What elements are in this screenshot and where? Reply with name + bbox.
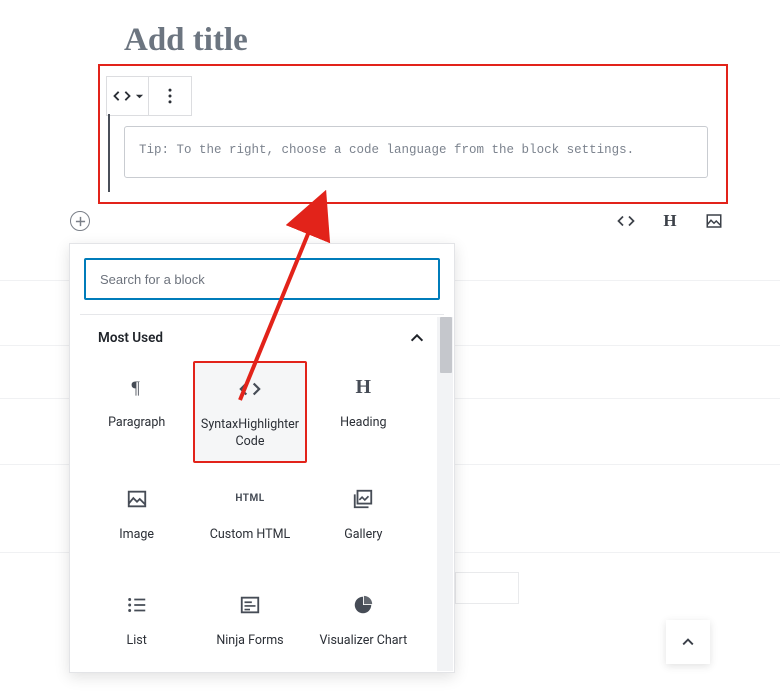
post-title-input[interactable]: Add title <box>124 22 248 59</box>
block-toolbar <box>106 76 192 116</box>
block-option-label: SyntaxHighlighter Code <box>199 417 300 451</box>
kebab-icon <box>160 86 180 106</box>
paragraph-icon: ¶ <box>125 375 149 399</box>
block-inserter-popover: Most Used ¶ Paragraph SyntaxHighlighter … <box>69 243 455 673</box>
code-block-tip: Tip: To the right, choose a code languag… <box>124 126 708 178</box>
block-option-label: Custom HTML <box>210 527 290 560</box>
image-icon <box>125 487 149 511</box>
block-option-label: Image <box>119 527 154 560</box>
code-icon <box>617 212 635 230</box>
code-icon <box>112 86 132 106</box>
gallery-icon <box>351 487 375 511</box>
block-option-paragraph[interactable]: ¶ Paragraph <box>80 361 193 463</box>
syntax-highlighter-block[interactable]: Tip: To the right, choose a code languag… <box>108 114 718 192</box>
block-quick-inserter: H <box>616 211 724 231</box>
heading-icon: H <box>351 375 375 399</box>
block-option-heading[interactable]: H Heading <box>307 361 420 463</box>
block-type-dropdown[interactable] <box>107 77 149 115</box>
block-option-label: Gallery <box>344 527 382 560</box>
block-option-gallery[interactable]: Gallery <box>307 473 420 570</box>
chevron-up-icon <box>680 634 696 650</box>
scrollbar-thumb[interactable] <box>440 317 452 373</box>
form-icon <box>238 593 262 617</box>
plus-icon <box>75 216 86 227</box>
block-option-label: Heading <box>340 415 386 448</box>
block-option-image[interactable]: Image <box>80 473 193 570</box>
block-option-label: Paragraph <box>108 415 165 448</box>
quick-insert-code[interactable] <box>616 211 636 231</box>
block-option-custom-html[interactable]: HTML Custom HTML <box>193 473 306 570</box>
html-icon: HTML <box>238 487 262 511</box>
block-option-visualizer-chart[interactable]: Visualizer Chart <box>307 579 420 676</box>
block-option-label: Visualizer Chart <box>319 633 407 666</box>
code-icon <box>238 377 262 401</box>
bg-box <box>455 572 519 604</box>
svg-text:¶: ¶ <box>131 377 140 397</box>
block-more-options[interactable] <box>149 77 191 115</box>
block-option-ninja-forms[interactable]: Ninja Forms <box>193 579 306 676</box>
inserter-section-title: Most Used <box>98 330 163 346</box>
block-option-syntaxhighlighter[interactable]: SyntaxHighlighter Code <box>193 361 306 463</box>
scroll-to-top-button[interactable] <box>666 620 710 664</box>
pie-chart-icon <box>351 593 375 617</box>
block-search-input[interactable] <box>84 258 440 300</box>
inserter-block-grid: ¶ Paragraph SyntaxHighlighter Code H Hea… <box>70 357 430 676</box>
chevron-up-icon <box>408 329 426 347</box>
add-block-button[interactable] <box>70 211 90 231</box>
block-option-label: Ninja Forms <box>216 633 283 666</box>
image-icon <box>705 212 723 230</box>
block-option-label: List <box>127 633 147 666</box>
list-icon <box>125 593 149 617</box>
block-option-list[interactable]: List <box>80 579 193 676</box>
quick-insert-image[interactable] <box>704 211 724 231</box>
caret-down-icon <box>135 92 144 101</box>
inserter-section-toggle[interactable]: Most Used <box>80 314 444 357</box>
quick-insert-heading[interactable]: H <box>660 211 680 231</box>
